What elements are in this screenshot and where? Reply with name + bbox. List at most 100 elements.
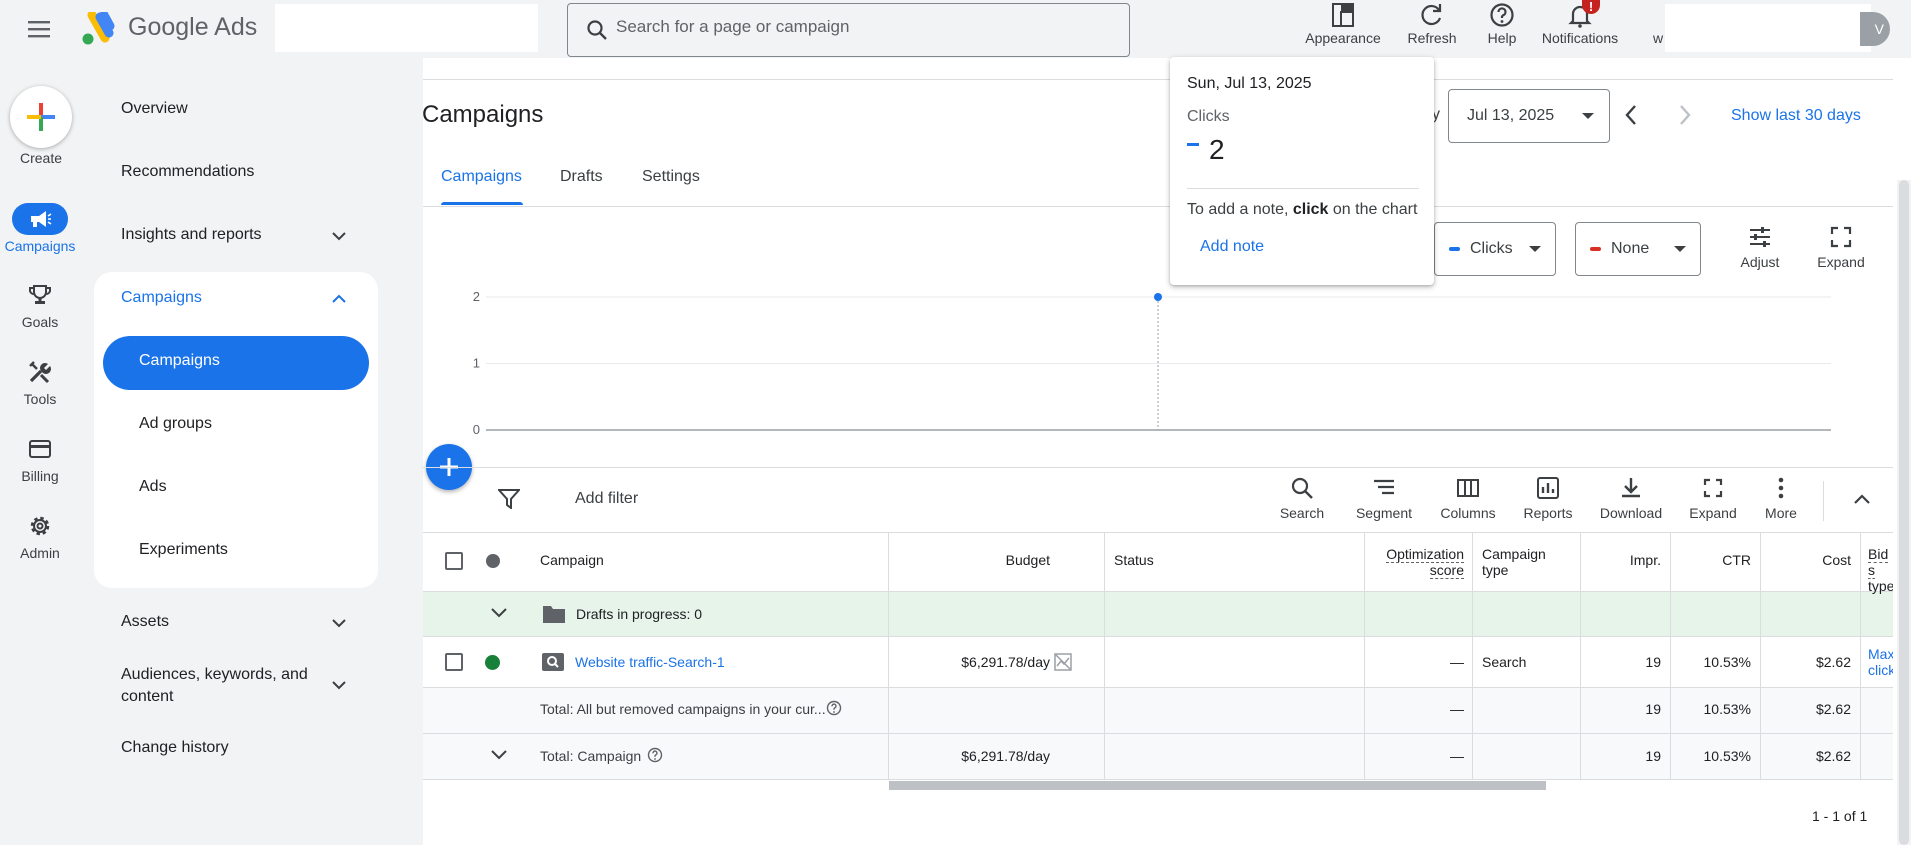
nav-audiences[interactable]: Audiences, keywords, and bbox=[121, 666, 308, 684]
chevron-up-icon[interactable] bbox=[331, 291, 347, 307]
reports-button[interactable]: Reports bbox=[1520, 476, 1576, 521]
filter-icon[interactable] bbox=[498, 489, 520, 509]
nav-overview[interactable]: Overview bbox=[121, 100, 188, 118]
tooltip-note-hint: To add a note, click on the chart bbox=[1187, 201, 1417, 219]
appearance-label: Appearance bbox=[1305, 30, 1381, 46]
date-range-dropdown[interactable]: Jul 13, 2025 bbox=[1448, 89, 1610, 143]
nav-insights-and-reports[interactable]: Insights and reports bbox=[121, 226, 262, 244]
nav-campaigns[interactable]: Campaigns bbox=[121, 289, 202, 307]
col-campaign[interactable]: Campaign bbox=[540, 552, 604, 568]
add-note-link[interactable]: Add note bbox=[1200, 238, 1264, 256]
nav-assets[interactable]: Assets bbox=[121, 613, 169, 631]
rail-admin-label: Admin bbox=[20, 545, 60, 561]
page-scrollbar[interactable] bbox=[1899, 180, 1909, 845]
chevron-up-icon[interactable] bbox=[1853, 492, 1871, 506]
row-budget[interactable]: $6,291.78/day bbox=[900, 654, 1050, 670]
enabled-status-icon[interactable] bbox=[485, 655, 500, 670]
row-bid-strategy[interactable]: Max click bbox=[1868, 646, 1893, 678]
total-campaign-impressions: 19 bbox=[1645, 748, 1661, 764]
type-line1: Campaign bbox=[1482, 546, 1546, 562]
plus-icon bbox=[27, 103, 55, 131]
total-all-ctr: 10.53% bbox=[1703, 701, 1751, 717]
chart-expand-button[interactable]: Expand bbox=[1813, 226, 1869, 270]
adjust-button[interactable]: Adjust bbox=[1734, 226, 1786, 270]
data-point[interactable] bbox=[1154, 293, 1162, 301]
credit-card-icon bbox=[12, 433, 68, 465]
row-opt-score: — bbox=[1450, 654, 1464, 670]
total-all-cost: $2.62 bbox=[1815, 701, 1851, 717]
help-icon[interactable] bbox=[826, 700, 842, 716]
chevron-down-icon[interactable] bbox=[331, 615, 347, 631]
col-budget[interactable]: Budget bbox=[960, 552, 1050, 568]
table-search-button[interactable]: Search bbox=[1276, 476, 1328, 521]
appearance-button[interactable]: Appearance bbox=[1302, 0, 1384, 58]
tab-settings[interactable]: Settings bbox=[642, 168, 700, 186]
chevron-down-icon[interactable] bbox=[490, 748, 508, 762]
row-checkbox[interactable] bbox=[445, 653, 463, 671]
col-cost[interactable]: Cost bbox=[1770, 552, 1851, 568]
chevron-left-icon[interactable] bbox=[1624, 104, 1638, 126]
metric2-dropdown[interactable]: None bbox=[1575, 222, 1701, 276]
account-selector[interactable] bbox=[275, 4, 538, 52]
refresh-button[interactable]: Refresh bbox=[1401, 0, 1463, 58]
table-expand-button[interactable]: Expand bbox=[1684, 476, 1742, 521]
col-bid-strategy-type[interactable]: Bid s type bbox=[1868, 546, 1893, 594]
gear-icon bbox=[12, 510, 68, 542]
search-input[interactable] bbox=[616, 17, 1096, 37]
campaign-name-link[interactable]: Website traffic-Search-1 bbox=[575, 654, 725, 670]
col-campaign-type[interactable]: Campaign type bbox=[1482, 546, 1546, 578]
chevron-down-icon[interactable] bbox=[490, 606, 508, 620]
download-button[interactable]: Download bbox=[1596, 476, 1666, 521]
rail-goals[interactable]: Goals bbox=[0, 279, 80, 330]
rail-campaigns[interactable]: Campaigns bbox=[0, 203, 80, 254]
nav-audiences-line2[interactable]: content bbox=[121, 688, 173, 706]
help-icon[interactable] bbox=[647, 747, 663, 763]
nav-sub-ads[interactable]: Ads bbox=[139, 478, 167, 496]
col-optimization-score[interactable]: Optimization score bbox=[1370, 546, 1464, 579]
chevron-down-icon[interactable] bbox=[331, 228, 347, 244]
chevron-right-icon[interactable] bbox=[1678, 104, 1692, 126]
segment-button[interactable]: Segment bbox=[1352, 476, 1416, 521]
rail-tools[interactable]: Tools bbox=[0, 356, 80, 407]
columns-button[interactable]: Columns bbox=[1436, 476, 1500, 521]
row-cost: $2.62 bbox=[1815, 654, 1851, 670]
more-button[interactable]: More bbox=[1757, 476, 1805, 521]
table-search-label: Search bbox=[1279, 505, 1325, 521]
tooltip-series-swatch bbox=[1187, 143, 1199, 146]
rail-billing[interactable]: Billing bbox=[0, 433, 80, 484]
chart-tooltip: Sun, Jul 13, 2025 Clicks 2 To add a note… bbox=[1170, 57, 1434, 285]
col-ctr[interactable]: CTR bbox=[1680, 552, 1751, 568]
create-button[interactable] bbox=[10, 86, 72, 148]
nav-change-history[interactable]: Change history bbox=[121, 739, 229, 757]
total-campaign-opt: — bbox=[1450, 748, 1464, 764]
tune-icon bbox=[1750, 227, 1770, 247]
notifications-button[interactable]: Notifications bbox=[1536, 0, 1624, 58]
select-all-checkbox[interactable] bbox=[445, 552, 463, 570]
notifications-label: Notifications bbox=[1541, 30, 1619, 46]
help-button[interactable]: Help bbox=[1479, 0, 1525, 58]
user-account[interactable] bbox=[1665, 4, 1871, 52]
tab-drafts[interactable]: Drafts bbox=[560, 168, 603, 186]
metric1-dropdown[interactable]: Clicks bbox=[1434, 222, 1556, 276]
show-last-30-days-link[interactable]: Show last 30 days bbox=[1731, 107, 1861, 125]
search-bar[interactable] bbox=[567, 3, 1130, 57]
rail-campaigns-label: Campaigns bbox=[4, 238, 76, 254]
chevron-down-icon[interactable] bbox=[331, 677, 347, 693]
add-filter-button[interactable]: Add filter bbox=[575, 490, 638, 508]
nav-recommendations[interactable]: Recommendations bbox=[121, 163, 254, 181]
nav-sub-experiments[interactable]: Experiments bbox=[139, 541, 228, 559]
tab-indicator bbox=[441, 202, 523, 205]
performance-chart[interactable]: 0 1 2 bbox=[423, 280, 1843, 440]
col-impressions[interactable]: Impr. bbox=[1590, 552, 1661, 568]
google-ads-logo[interactable] bbox=[80, 12, 116, 46]
col-status[interactable]: Status bbox=[1114, 552, 1154, 568]
tab-campaigns[interactable]: Campaigns bbox=[441, 168, 522, 186]
bar-chart-icon bbox=[1537, 477, 1559, 499]
rail-admin[interactable]: Admin bbox=[0, 510, 80, 561]
nav-sub-campaigns[interactable]: Campaigns bbox=[139, 352, 220, 370]
chart-off-icon[interactable] bbox=[1054, 653, 1072, 671]
nav-sub-ad-groups[interactable]: Ad groups bbox=[139, 415, 212, 433]
table-horizontal-scrollbar[interactable] bbox=[889, 781, 1546, 790]
tooltip-date: Sun, Jul 13, 2025 bbox=[1187, 75, 1312, 92]
menu-icon[interactable] bbox=[20, 15, 60, 43]
